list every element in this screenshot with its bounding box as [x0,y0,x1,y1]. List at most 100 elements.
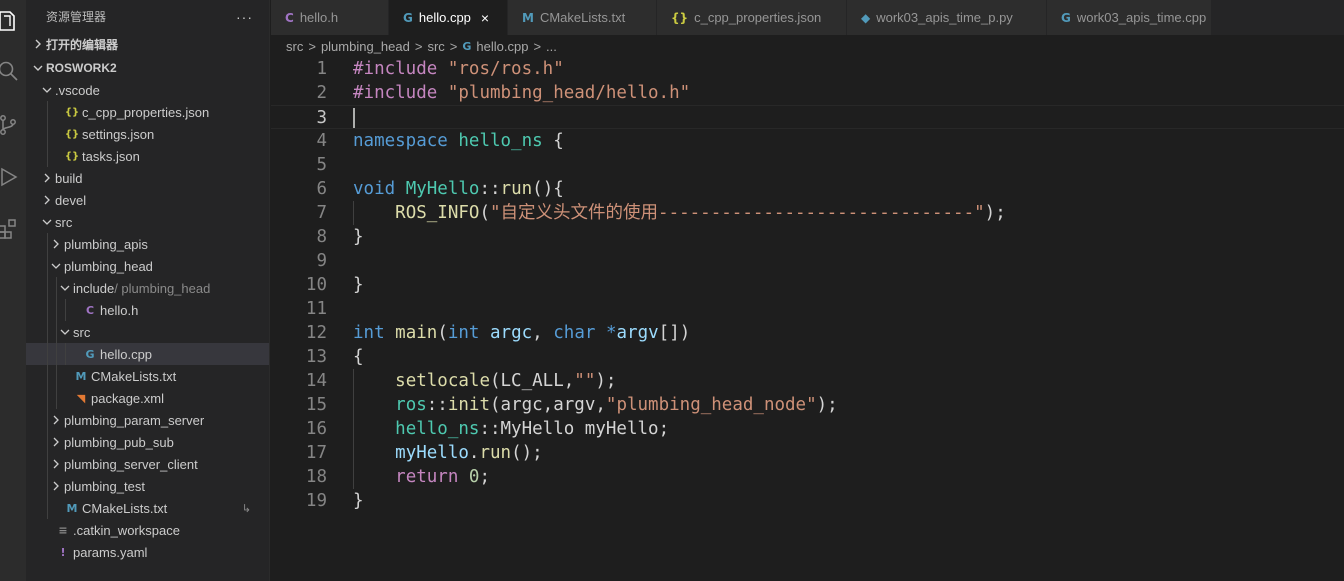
folder-item[interactable]: plumbing_server_client [26,453,269,475]
chevron-right-icon: > [414,38,423,54]
code-editor[interactable]: 1 #include "ros/ros.h" 2 #include "plumbing… [271,57,1344,581]
folder-item[interactable]: plumbing_param_server [26,409,269,431]
code-token: MyHello [405,179,480,199]
code-line[interactable]: 9 [271,249,1344,273]
folder-item[interactable]: include / plumbing_head [26,277,269,299]
code-line[interactable]: 2 #include "plumbing_head/hello.h" [271,81,1344,105]
indent-guide [56,387,57,409]
indent-guide [47,101,48,123]
code-line[interactable]: 7 ROS_INFO("自定义头文件的使用-------------------… [271,201,1344,225]
run-debug-icon[interactable] [0,162,26,192]
code-line[interactable]: 5 [271,153,1344,177]
file-item[interactable]: {} tasks.json [26,145,269,167]
close-tab-icon[interactable]: × [481,10,489,26]
folder-item[interactable]: build [26,167,269,189]
file-item[interactable]: Ghello.cpp [26,343,269,365]
indent-guide [47,299,48,321]
cmake-file-icon: M [66,501,78,515]
code-line[interactable]: 12 int main(int argc, char *argv[]) [271,321,1344,345]
line-number: 15 [305,395,327,415]
code-text: } [353,273,364,297]
file-item[interactable]: ◥ package.xml [26,387,269,409]
tab-hello-cpp[interactable]: Ghello.cpp × [389,0,508,35]
file-item[interactable]: Chello.h [26,299,269,321]
files-icon[interactable] [0,6,26,36]
symlink-icon: ↳ [241,502,251,515]
file-item[interactable]: M CMakeLists.txt ↳ [26,497,269,519]
chevron-right-icon [39,192,55,208]
indent-guide [56,321,57,343]
open-editors-label: 打开的编辑器 [46,37,119,52]
file-item[interactable]: {} settings.json [26,123,269,145]
code-line[interactable]: 1 #include "ros/ros.h" [271,57,1344,81]
code-line[interactable]: 19} [271,489,1344,513]
extensions-icon[interactable] [0,214,26,244]
indent-guide [56,343,57,365]
code-line[interactable]: 14 setlocale(LC_ALL,""); [271,369,1344,393]
code-line[interactable]: 4 namespace hello_ns { [271,129,1344,153]
open-editors-section[interactable]: 打开的编辑器 [26,33,269,55]
code-token: * [605,323,617,343]
code-token: (argc,argv, [490,395,606,415]
breadcrumb-item[interactable]: src [286,39,303,54]
tab-hello-h[interactable]: Chello.h [271,0,389,35]
tree-item-label: settings.json [82,126,155,142]
tab-work03-apis-time-cpp[interactable]: Gwork03_apis_time.cpp [1047,0,1212,35]
code-line[interactable]: 8} [271,225,1344,249]
code-token: } [353,227,364,247]
code-line[interactable]: 18 return 0; [271,465,1344,489]
folder-item[interactable]: plumbing_apis [26,233,269,255]
line-number: 12 [305,323,327,343]
json-file-icon: {} [64,128,80,140]
folder-item[interactable]: plumbing_head [26,255,269,277]
line-number: 4 [316,131,327,151]
code-line[interactable]: 10} [271,273,1344,297]
tree-item-label: plumbing_pub_sub [64,434,174,450]
breadcrumb-file[interactable]: hello.cpp [476,39,528,54]
tree-item-label: include [73,280,115,296]
code-token: "ros/ros.h" [447,59,564,79]
code-line[interactable]: 17 myHello.run(); [271,441,1344,465]
code-line[interactable]: 15 ros::init(argc,argv,"plumbing_head_no… [271,393,1344,417]
folder-item[interactable]: .vscode [26,79,269,101]
code-line[interactable]: 3 [271,105,1344,129]
code-token: { [353,347,364,367]
folder-item[interactable]: src [26,321,269,343]
code-line[interactable]: 13 { [271,345,1344,369]
file-item[interactable]: ≡ .catkin_workspace [26,519,269,541]
file-item[interactable]: ! params.yaml [26,541,269,563]
breadcrumb-item[interactable]: plumbing_head [321,39,410,54]
tab-work03-apis-time-p-py[interactable]: ◆ work03_apis_time_p.py [847,0,1047,35]
folder-item[interactable]: plumbing_test [26,475,269,497]
breadcrumb-item[interactable]: src [427,39,444,54]
search-icon[interactable] [0,56,26,86]
tab-cmakelists-txt[interactable]: M CMakeLists.txt [508,0,657,35]
text-file-icon: ≡ [58,523,68,537]
tab-c-cpp-properties-json[interactable]: {} c_cpp_properties.json [657,0,847,35]
folder-item[interactable]: src [26,211,269,233]
indent-guide [47,387,48,409]
breadcrumb-tail[interactable]: ... [546,39,557,54]
more-actions-icon[interactable]: ··· [236,9,253,25]
line-number: 7 [316,203,327,223]
code-line[interactable]: 11 [271,297,1344,321]
code-line[interactable]: 6 void MyHello::run(){ [271,177,1344,201]
cmake-file-icon: M [75,369,87,383]
file-item[interactable]: {} c_cpp_properties.json [26,101,269,123]
source-control-icon[interactable] [0,110,26,140]
code-line[interactable]: 16 hello_ns::MyHello myHello; [271,417,1344,441]
chevron-right-icon [39,170,55,186]
tree-item-label: plumbing_server_client [64,456,198,472]
chevron-right-icon [48,236,64,252]
folder-item[interactable]: plumbing_pub_sub [26,431,269,453]
code-token: } [353,491,364,511]
folder-item[interactable]: devel [26,189,269,211]
workspace-root[interactable]: ROSWORK2 [26,57,269,79]
file-item[interactable]: M CMakeLists.txt [26,365,269,387]
code-token: argv [616,323,659,343]
chevron-down-icon [48,258,64,274]
